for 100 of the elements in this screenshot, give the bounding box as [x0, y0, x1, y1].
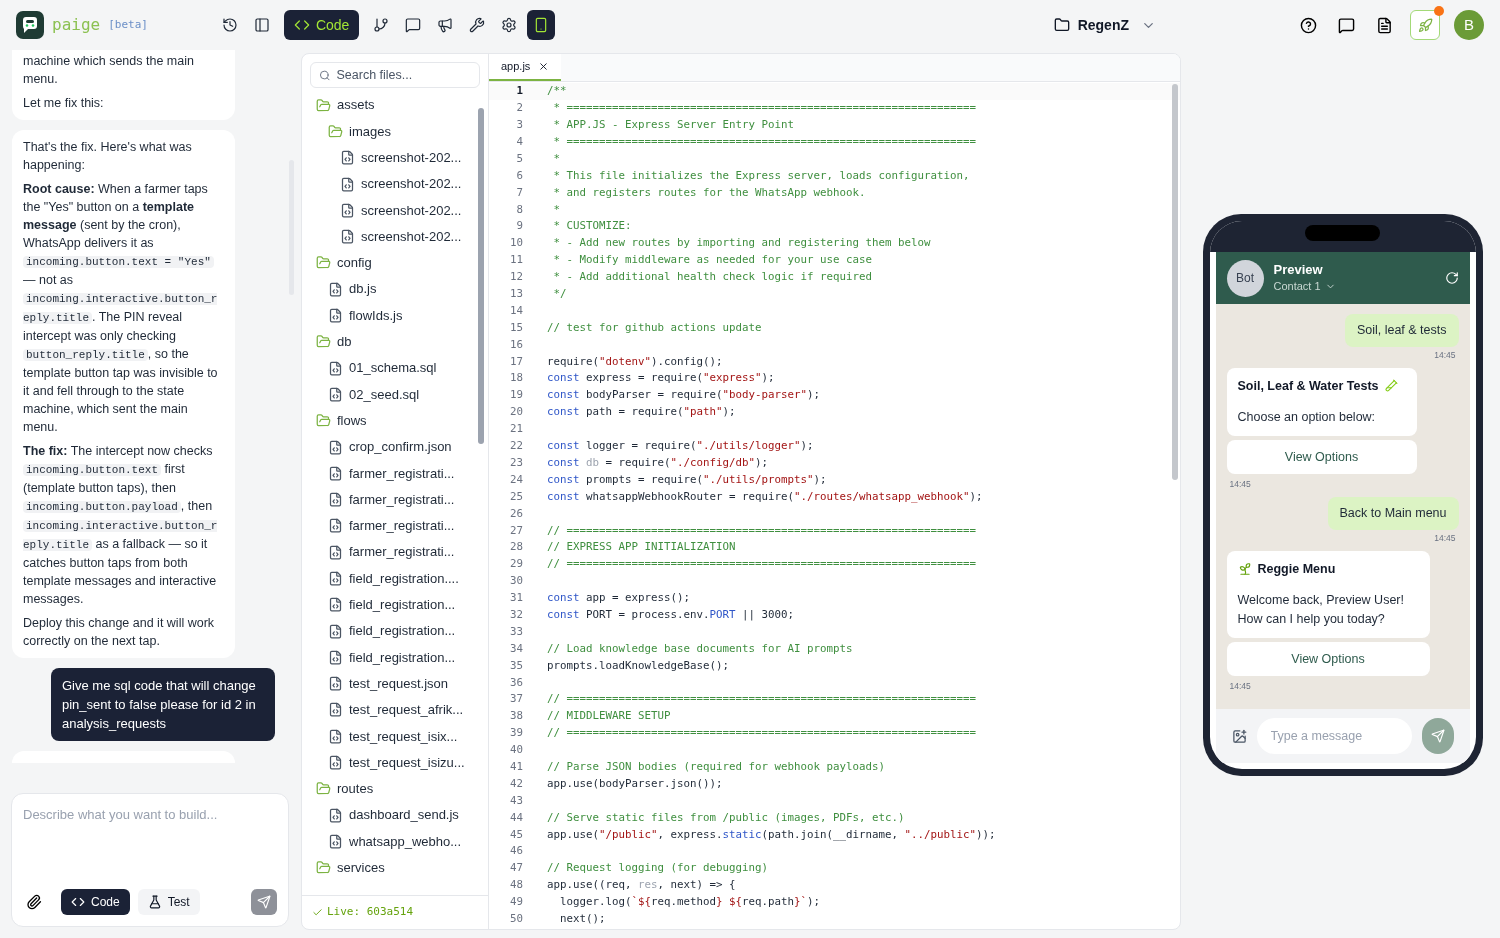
search-input[interactable]: Search files...	[336, 65, 471, 85]
file-item[interactable]: field_registration...	[302, 617, 476, 645]
line-number: 21	[509, 421, 523, 438]
bot-avatar: Bot	[1226, 259, 1264, 297]
message-paragraph: Deploy this change and it will work correctly on the next tap.	[23, 615, 216, 650]
project-selector[interactable]: RegenZ	[1053, 14, 1156, 36]
code-line: prompts.loadKnowledgeBase();	[547, 657, 729, 674]
line-number: 13	[509, 286, 523, 303]
line-number: 15	[509, 319, 523, 336]
file-item[interactable]: farmer_registrati...	[302, 539, 476, 566]
code-line: // EXPRESS APP INITIALIZATION	[547, 539, 736, 556]
view-options-button[interactable]: View Options	[1226, 642, 1430, 677]
file-item[interactable]: test_request_afrik...	[302, 696, 476, 724]
code-line: app.use((req, res, next) => {	[547, 877, 736, 894]
code-line: // ===============================================================	[547, 556, 977, 573]
line-number: 29	[509, 556, 523, 573]
file-item[interactable]: field_registration...	[302, 644, 476, 671]
card-body: Choose an option below:	[1237, 409, 1377, 427]
code-line: const path = require("path");	[547, 404, 736, 421]
file-item[interactable]: whatsapp_webho...	[302, 828, 476, 855]
code-line: */	[552, 286, 567, 303]
file-tab[interactable]: app.js	[489, 54, 562, 81]
file-item[interactable]: farmer_registrati...	[302, 460, 476, 487]
file-item[interactable]: dashboard_send.js	[302, 802, 476, 829]
line-number: 30	[509, 573, 523, 590]
file-item[interactable]: 01_schema.sql	[302, 354, 476, 382]
file-item[interactable]: field_registration...	[302, 591, 476, 618]
folder-item[interactable]: routes	[302, 775, 476, 802]
file-item[interactable]: flowIds.js	[302, 302, 476, 329]
line-number: 47	[509, 860, 523, 877]
sent-message: Soil, leaf & tests	[1344, 314, 1459, 347]
line-number: 11	[509, 252, 523, 269]
code-line: // Serve static files from /public (images, PDFs, etc.)	[547, 809, 905, 826]
folder-item[interactable]: config	[302, 249, 476, 277]
message-time: 14:45	[1434, 348, 1456, 362]
code-tab[interactable]: Code	[283, 10, 360, 40]
line-number: 16	[509, 336, 523, 353]
folder-item[interactable]: db	[302, 328, 476, 355]
message-paragraph: machine which sends the main menu.	[23, 53, 195, 88]
line-number: 17	[509, 353, 523, 370]
code-line: logger.log(`${req.method} ${req.path}`);	[559, 894, 821, 911]
live-status: Live: 603a514	[327, 904, 414, 921]
folder-item[interactable]: services	[302, 854, 476, 881]
code-line: // Parse JSON bodies (required for webhook payloads)	[547, 758, 885, 775]
file-item[interactable]: field_registration....	[302, 565, 476, 592]
user-message: Give me sql code that will change pin_sent to false please for id 2 in analysis_requests	[51, 668, 275, 741]
line-number: 23	[509, 454, 523, 471]
file-item[interactable]: test_request_isix...	[302, 723, 476, 750]
file-item[interactable]: test_request.json	[302, 670, 476, 697]
line-number: 25	[509, 488, 523, 505]
line-number: 41	[509, 758, 523, 775]
file-item[interactable]: db.js	[302, 276, 476, 303]
line-number: 44	[509, 809, 523, 826]
line-number: 24	[509, 471, 523, 488]
folder-item[interactable]: assets	[302, 92, 476, 119]
line-number: 9	[515, 218, 523, 235]
file-item[interactable]: screenshot-202...	[302, 197, 476, 224]
file-item[interactable]: crop_confirm.json	[302, 433, 476, 461]
line-number: 7	[515, 184, 523, 201]
prompt-composer[interactable]: Describe what you want to build... Code Test	[11, 793, 289, 927]
line-number: 37	[509, 691, 523, 708]
code-line: const whatsappWebhookRouter = require("./routes/whatsapp_webhook");	[547, 488, 983, 505]
code-line: * ===============================================================	[552, 134, 977, 150]
file-item[interactable]: screenshot-202...	[302, 223, 476, 250]
folder-item[interactable]: flows	[302, 407, 476, 434]
folder-item[interactable]: images	[302, 118, 476, 145]
file-item[interactable]: test_request_isizu...	[302, 749, 476, 776]
code-line: const db = require("./config/db");	[547, 454, 769, 471]
mode-button[interactable]: Test	[137, 889, 200, 915]
file-item[interactable]: farmer_registrati...	[302, 512, 476, 540]
code-line: next();	[559, 911, 606, 927]
code-line: * - Modify middleware as needed for your use case	[552, 252, 872, 269]
code-line: // Request logging (for debugging)	[547, 860, 768, 877]
file-item[interactable]: 02_seed.sql	[302, 381, 476, 408]
line-number: 6	[515, 167, 523, 184]
code-line: // Load knowledge base documents for AI prompts	[547, 640, 853, 657]
app-name: paige	[52, 14, 101, 36]
file-item[interactable]: screenshot-202...	[302, 170, 476, 198]
line-number: 18	[509, 370, 523, 387]
search-field[interactable]: Search files...	[310, 62, 480, 88]
line-number: 43	[509, 792, 523, 809]
line-number: 32	[509, 606, 523, 623]
line-number: 20	[509, 404, 523, 421]
code-line: app.use("/public", express.static(path.join(__dirname, "../public"));	[547, 826, 996, 843]
code-line: * APP.JS - Express Server Entry Point	[552, 117, 794, 134]
file-item[interactable]: screenshot-202...	[302, 144, 476, 171]
message-field[interactable]: Type a message	[1256, 718, 1412, 754]
mode-button[interactable]: Code	[61, 889, 130, 915]
view-options-button[interactable]: View Options	[1226, 440, 1417, 475]
code-line: * - Add new routes by importing and registering them below	[552, 235, 931, 252]
message-paragraph: That's the fix. Here's what was happening:	[23, 139, 193, 174]
contact-selector[interactable]: Contact 1	[1273, 277, 1336, 295]
prompt-field[interactable]: Describe what you want to build...	[23, 805, 277, 889]
line-number: 22	[509, 438, 523, 455]
code-line: *	[552, 201, 560, 218]
file-item[interactable]: farmer_registrati...	[302, 486, 476, 513]
line-number: 35	[509, 657, 523, 674]
chat-title: Preview	[1273, 261, 1324, 278]
line-number: 8	[515, 201, 523, 218]
line-number: 10	[509, 235, 523, 252]
